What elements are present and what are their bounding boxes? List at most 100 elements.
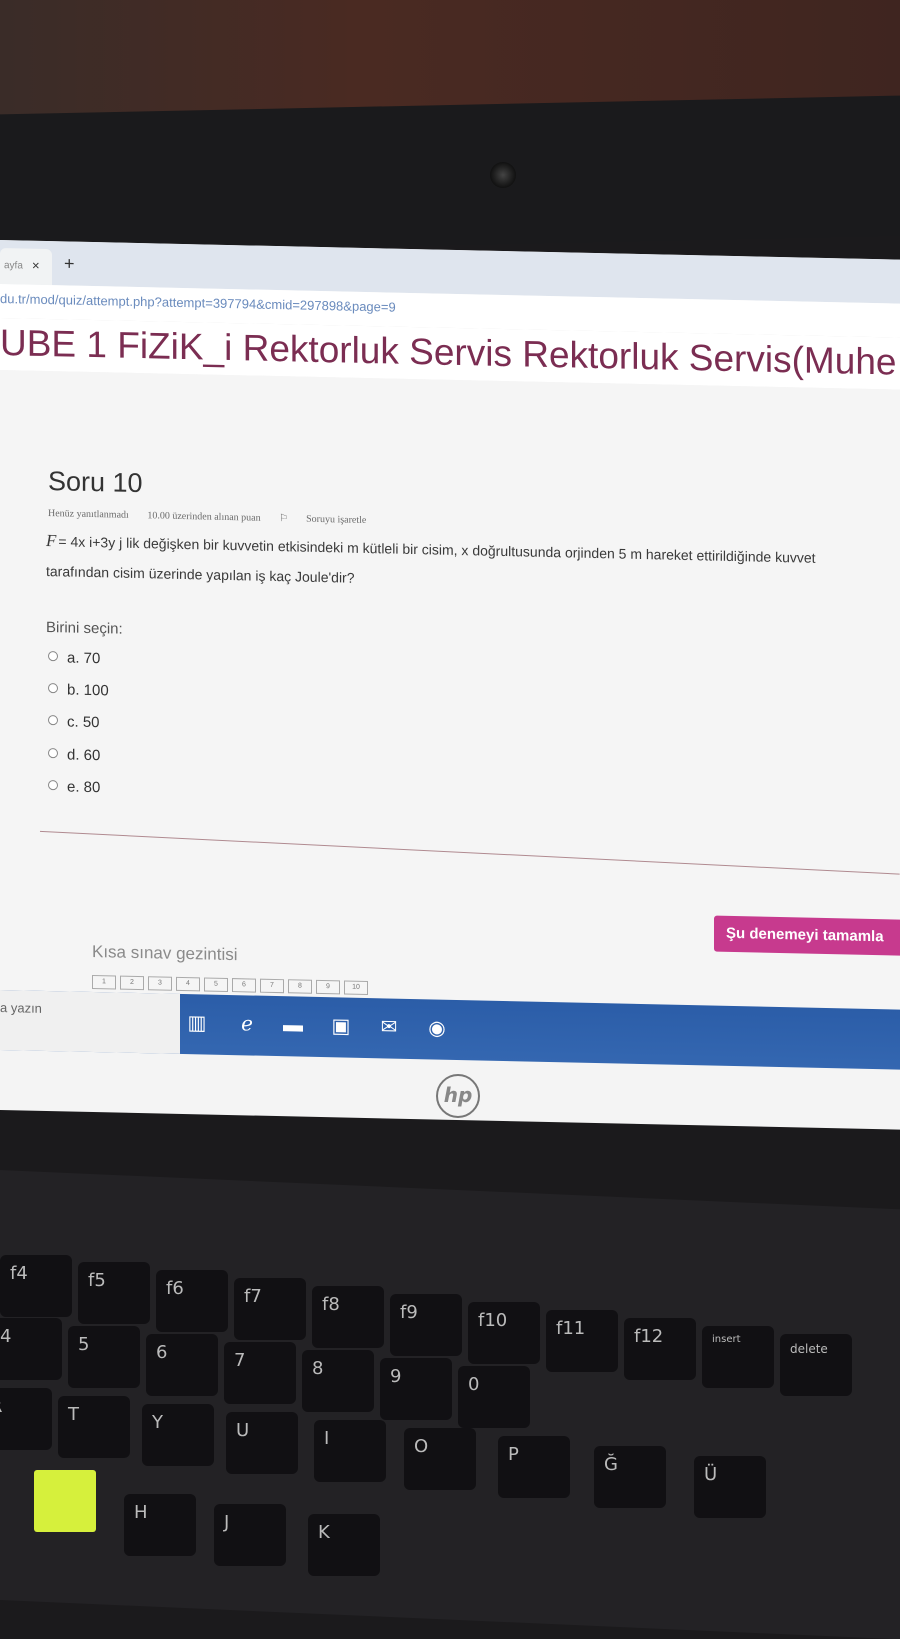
key[interactable]: P (498, 1436, 570, 1498)
key-label: f5 (88, 1270, 106, 1291)
key[interactable]: 9 (380, 1358, 452, 1420)
option-label[interactable]: e. 80 (67, 778, 100, 796)
key-label: 9 (390, 1366, 402, 1387)
answer-option[interactable]: e. 80 (48, 778, 100, 796)
key[interactable]: f12 (624, 1318, 696, 1380)
option-label[interactable]: c. 50 (67, 713, 100, 731)
question-number: Soru 10 (48, 466, 143, 499)
nav-question-box[interactable]: 2 (120, 975, 144, 991)
search-placeholder: a yazın (0, 1000, 42, 1016)
key-label: f11 (556, 1318, 586, 1339)
key-label: U (236, 1420, 250, 1441)
nav-question-box[interactable]: 8 (288, 979, 312, 994)
key[interactable]: H (124, 1494, 196, 1556)
key[interactable]: 6 (146, 1334, 218, 1396)
answer-option[interactable]: d. 60 (48, 746, 100, 764)
key[interactable]: Y (142, 1404, 214, 1466)
store-icon[interactable]: ▣ (326, 1011, 356, 1042)
nav-question-box[interactable]: 1 (92, 975, 116, 990)
key-label: 7 (234, 1350, 246, 1371)
chrome-icon[interactable]: ◉ (422, 1013, 452, 1044)
nav-question-box[interactable]: 6 (232, 978, 256, 993)
key-label: H (134, 1502, 148, 1523)
key[interactable]: f11 (546, 1310, 618, 1372)
key[interactable]: U (226, 1412, 298, 1474)
key[interactable]: O (404, 1428, 476, 1490)
option-label[interactable]: b. 100 (67, 681, 109, 699)
answer-option[interactable]: b. 100 (48, 681, 109, 699)
answer-option[interactable]: a. 70 (48, 649, 100, 667)
laptop-screen: ayfa × + du.tr/mod/quiz/attempt.php?atte… (0, 240, 900, 1130)
key[interactable]: 8 (302, 1350, 374, 1412)
key[interactable]: f5 (78, 1262, 150, 1324)
force-vector-symbol: F (46, 531, 57, 551)
flag-label: Soruyu işaretle (306, 513, 367, 526)
option-label[interactable]: a. 70 (67, 649, 100, 667)
key[interactable]: R (0, 1388, 52, 1450)
key-label: R (0, 1396, 3, 1417)
question-info: Henüz yanıtlanmadı 10.00 üzerinden alına… (48, 508, 398, 527)
key-label: f10 (478, 1310, 508, 1331)
key[interactable]: delete (780, 1334, 852, 1396)
url-text[interactable]: du.tr/mod/quiz/attempt.php?attempt=39779… (0, 291, 396, 315)
key[interactable]: f8 (312, 1286, 384, 1348)
mail-icon[interactable]: ✉ (374, 1012, 404, 1043)
key-label: 5 (78, 1334, 90, 1355)
tab-title: ayfa (4, 260, 23, 272)
key[interactable]: J (214, 1504, 286, 1566)
key[interactable]: Ü (694, 1456, 766, 1518)
key-label: f8 (322, 1294, 340, 1315)
yellow-sticker (34, 1470, 96, 1532)
answer-option[interactable]: c. 50 (48, 713, 100, 731)
key-label: O (414, 1436, 429, 1457)
key-label: Y (152, 1412, 163, 1433)
key[interactable]: 7 (224, 1342, 296, 1404)
key[interactable]: f7 (234, 1278, 306, 1340)
key[interactable]: 5 (68, 1326, 140, 1388)
key-label: I (324, 1428, 330, 1449)
nav-question-box[interactable]: 5 (204, 977, 228, 992)
nav-question-box[interactable]: 3 (148, 976, 172, 991)
taskbar-search-box[interactable]: a yazın (0, 990, 180, 1054)
radio-button[interactable] (48, 748, 58, 759)
key-label: delete (790, 1342, 828, 1356)
key[interactable]: I (314, 1420, 386, 1482)
file-explorer-icon[interactable]: ▬ (278, 1010, 308, 1041)
key-label: f12 (634, 1326, 664, 1347)
key[interactable]: f9 (390, 1294, 462, 1356)
radio-button[interactable] (48, 780, 58, 791)
key[interactable]: 4 (0, 1318, 62, 1380)
key-label: f4 (10, 1263, 28, 1284)
edge-browser-icon[interactable]: ℯ (232, 1009, 262, 1040)
radio-button[interactable] (48, 651, 58, 662)
task-view-icon[interactable]: ▥ (182, 1008, 212, 1039)
key[interactable]: f10 (468, 1302, 540, 1364)
key[interactable]: f4 (0, 1255, 72, 1317)
key[interactable]: K (308, 1514, 380, 1576)
question-text: = 4x i+3y j lik değişken bir kuvvetin et… (58, 533, 816, 566)
nav-question-box[interactable]: 9 (316, 979, 340, 995)
key-label: K (318, 1522, 330, 1543)
nav-question-box[interactable]: 7 (260, 978, 284, 994)
option-label[interactable]: d. 60 (67, 746, 100, 764)
quiz-navigation-title: Kısa sınav gezintisi (92, 942, 238, 965)
flag-question-link[interactable]: ⚐ Soruyu işaretle (279, 513, 382, 526)
browser-tab[interactable]: ayfa × (0, 248, 52, 286)
key[interactable]: Ğ (594, 1446, 666, 1508)
key[interactable]: 0 (458, 1366, 530, 1428)
laptop-bezel (0, 95, 900, 255)
key[interactable]: T (58, 1396, 130, 1458)
new-tab-button[interactable]: + (64, 253, 75, 274)
key[interactable]: insert (702, 1326, 774, 1388)
key-label: T (68, 1404, 79, 1425)
tab-close-icon[interactable]: × (32, 258, 40, 273)
key-label: P (508, 1444, 519, 1465)
nav-question-box[interactable]: 10 (344, 980, 368, 996)
nav-question-box[interactable]: 4 (176, 976, 200, 992)
flag-icon: ⚐ (279, 513, 289, 525)
quiz-content: Soru 10 Henüz yanıtlanmadı 10.00 üzerind… (0, 370, 900, 1050)
finish-attempt-button[interactable]: Şu denemeyi tamamla (714, 915, 900, 956)
radio-button[interactable] (48, 715, 58, 726)
key[interactable]: f6 (156, 1270, 228, 1332)
radio-button[interactable] (48, 683, 58, 694)
